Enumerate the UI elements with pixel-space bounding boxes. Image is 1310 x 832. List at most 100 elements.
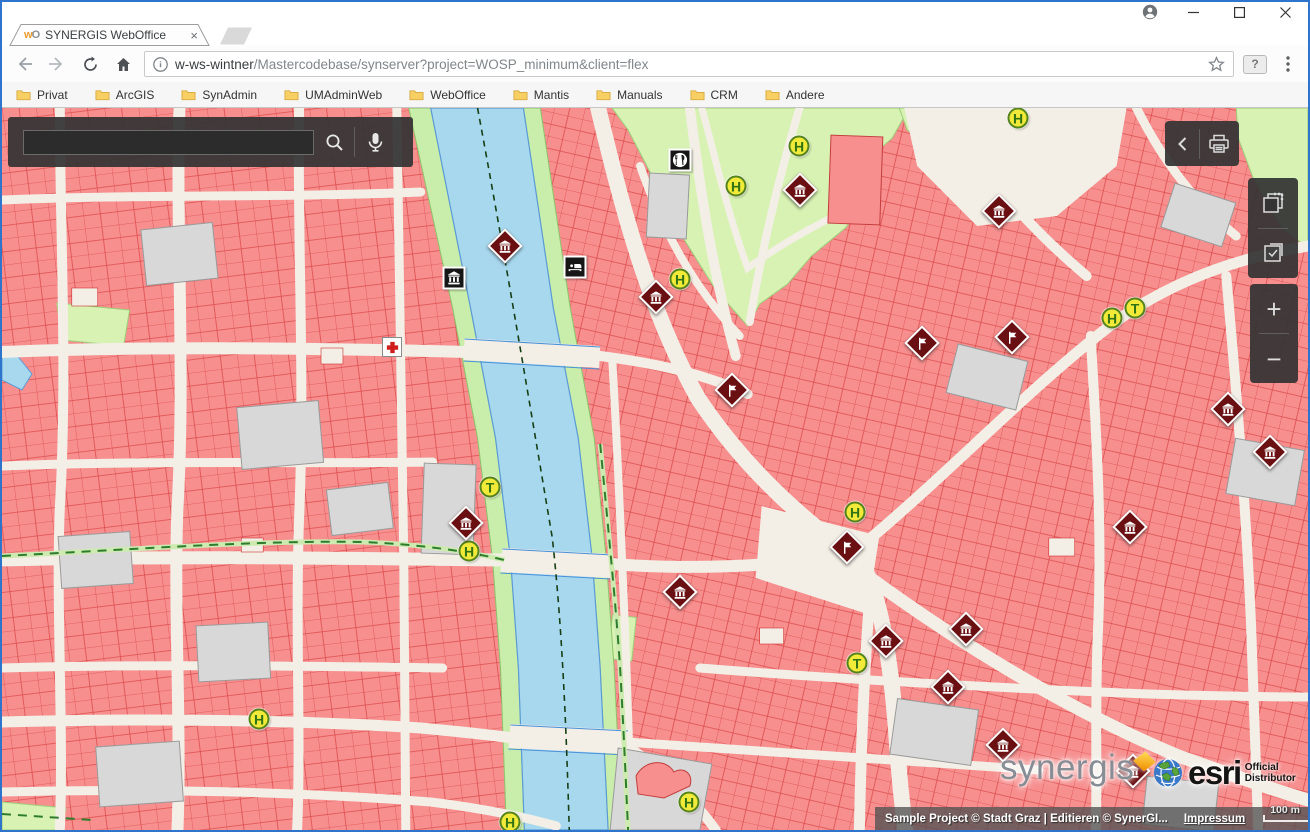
flag-icon (914, 335, 930, 351)
close-button[interactable] (1262, 2, 1308, 22)
museum-poi-marker[interactable] (638, 279, 673, 314)
layer-list-button[interactable] (1253, 235, 1293, 271)
zoom-out-button[interactable]: − (1266, 346, 1281, 372)
bookmark-arcgis[interactable]: ArcGIS (95, 88, 155, 102)
attribution-text: Sample Project © Stadt Graz | Editieren … (885, 813, 1168, 825)
info-icon[interactable] (153, 57, 168, 72)
museum-poi-marker[interactable] (662, 574, 697, 609)
voice-search-button[interactable] (355, 124, 395, 160)
museum-poi-marker[interactable] (1252, 434, 1287, 469)
search-button[interactable] (314, 124, 354, 160)
museum-icon (940, 679, 956, 695)
search-input[interactable] (23, 130, 314, 155)
bookmark-umadminweb[interactable]: UMAdminWeb (284, 88, 382, 102)
folder-icon (596, 89, 611, 101)
layer-list-icon (1261, 241, 1285, 265)
minimize-button[interactable] (1170, 2, 1216, 22)
extension-button[interactable]: ? (1243, 55, 1267, 74)
basemap-button[interactable] (1253, 185, 1293, 221)
museum-poi-marker[interactable] (487, 228, 522, 263)
bus-stop-marker[interactable]: H (726, 176, 747, 197)
hotel-poi-marker[interactable] (564, 256, 587, 279)
browser-toolbar: w-ws-wintner/Mastercodebase/synserver?pr… (2, 46, 1308, 82)
sight-poi-marker[interactable] (714, 372, 749, 407)
bus-stop-marker[interactable]: H (249, 709, 270, 730)
menu-dots-icon[interactable] (1276, 52, 1300, 76)
zoom-in-button[interactable]: + (1266, 296, 1281, 322)
bookmark-star-icon[interactable] (1208, 56, 1225, 73)
folder-icon (181, 89, 196, 101)
status-bar: Sample Project © Stadt Graz | Editieren … (875, 807, 1308, 830)
reload-icon[interactable] (78, 52, 102, 76)
bus-stop-marker[interactable]: H (845, 502, 866, 523)
address-bar[interactable]: w-ws-wintner/Mastercodebase/synserver?pr… (144, 51, 1234, 77)
maximize-button[interactable] (1216, 2, 1262, 22)
microphone-icon (367, 132, 384, 152)
tab-title: SYNERGIS WebOffice (45, 28, 180, 42)
search-panel (8, 117, 413, 167)
sight-poi-marker[interactable] (994, 319, 1029, 354)
museum-icon (648, 289, 664, 305)
folder-icon (409, 89, 424, 101)
museum-poi-marker[interactable] (443, 267, 466, 290)
bookmark-mantis[interactable]: Mantis (513, 88, 569, 102)
forward-icon[interactable] (45, 52, 69, 76)
folder-icon (16, 89, 31, 101)
bus-stop-marker[interactable]: H (670, 269, 691, 290)
museum-poi-marker[interactable] (930, 669, 965, 704)
markers-layer: HHHHHHHHHHTTT (2, 108, 1308, 830)
museum-poi-marker[interactable] (981, 193, 1016, 228)
search-icon (325, 133, 344, 152)
museum-poi-marker[interactable] (948, 611, 983, 646)
basemap-layers-icon (1261, 191, 1285, 215)
bus-stop-marker[interactable]: H (1102, 308, 1123, 329)
tram-stop-marker[interactable]: T (1125, 298, 1146, 319)
museum-icon (497, 238, 513, 254)
bus-stop-marker[interactable]: H (459, 541, 480, 562)
sight-poi-marker[interactable] (904, 325, 939, 360)
home-icon[interactable] (111, 52, 135, 76)
browser-window: wO SYNERGIS WebOffice × w-ws-wintner/Mas… (0, 0, 1310, 832)
collapse-panel-button[interactable] (1167, 126, 1197, 162)
bus-stop-marker[interactable]: H (500, 812, 521, 831)
toolbar-panel (1165, 121, 1239, 166)
pharmacy-poi-marker[interactable] (382, 337, 402, 357)
esri-distributor-text: Official Distributor (1245, 762, 1296, 785)
bookmark-privat[interactable]: Privat (16, 88, 68, 102)
restaurant-poi-marker[interactable] (669, 149, 692, 172)
tab-strip: wO SYNERGIS WebOffice × (2, 22, 1308, 46)
bookmark-crm[interactable]: CRM (690, 88, 738, 102)
museum-icon (958, 621, 974, 637)
bookmark-manuals[interactable]: Manuals (596, 88, 662, 102)
bus-stop-marker[interactable]: H (679, 792, 700, 813)
sight-poi-marker[interactable] (829, 529, 864, 564)
weboffice-favicon: wO (24, 29, 39, 41)
bookmark-andere[interactable]: Andere (765, 88, 825, 102)
tram-stop-marker[interactable]: T (480, 477, 501, 498)
folder-icon (690, 89, 705, 101)
bookmark-weboffice[interactable]: WebOffice (409, 88, 486, 102)
museum-poi-marker[interactable] (448, 505, 483, 540)
museum-poi-marker[interactable] (1210, 391, 1245, 426)
new-tab-button[interactable] (220, 28, 252, 45)
bus-stop-marker[interactable]: H (1008, 108, 1029, 129)
impressum-link[interactable]: Impressum (1184, 813, 1245, 825)
back-icon[interactable] (12, 52, 36, 76)
museum-poi-marker[interactable] (1112, 509, 1147, 544)
tab-close-icon[interactable]: × (186, 29, 202, 42)
museum-poi-marker[interactable] (782, 172, 817, 207)
bookmark-synadmin[interactable]: SynAdmin (181, 88, 257, 102)
profile-icon[interactable] (1130, 2, 1170, 22)
museum-icon (991, 203, 1007, 219)
bed-icon (567, 259, 584, 276)
museum-icon (1262, 444, 1278, 460)
museum-poi-marker[interactable] (868, 623, 903, 658)
tools-panel (1248, 178, 1298, 278)
tab-synergis-weboffice[interactable]: wO SYNERGIS WebOffice × (24, 26, 202, 44)
tram-stop-marker[interactable]: T (847, 653, 868, 674)
scale-line (1263, 815, 1308, 822)
bus-stop-marker[interactable]: H (789, 136, 810, 157)
print-button[interactable] (1201, 126, 1237, 162)
scale-bar: 100 m (1263, 815, 1308, 822)
url-text[interactable]: w-ws-wintner/Mastercodebase/synserver?pr… (175, 57, 1201, 72)
